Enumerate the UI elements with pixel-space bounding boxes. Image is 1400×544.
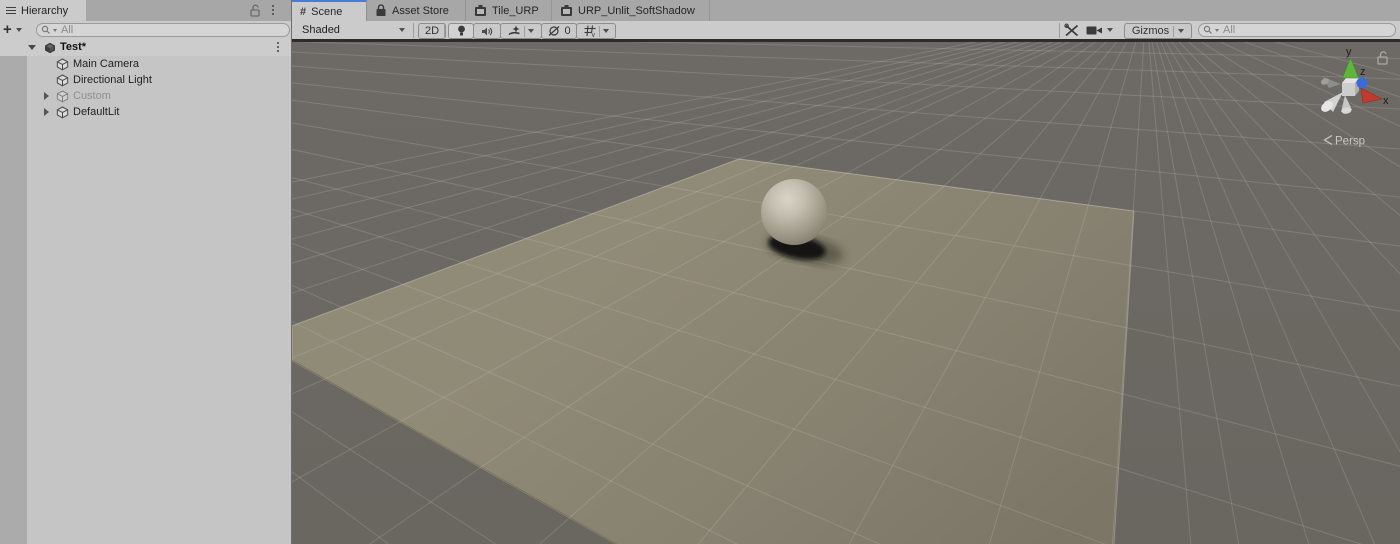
gameobject-cube-icon	[56, 74, 69, 87]
scene-row-menu-icon[interactable]	[277, 42, 279, 52]
hierarchy-search-input[interactable]: All	[36, 23, 290, 37]
gizmo-z-axis-ball[interactable]	[1356, 77, 1368, 89]
item-label: Custom	[73, 90, 111, 102]
hierarchy-item-custom[interactable]: Custom	[27, 88, 292, 104]
search-icon	[41, 25, 50, 34]
scene-visibility-button[interactable]: 0	[541, 23, 577, 39]
scene-search-placeholder: All	[1223, 24, 1236, 36]
gameobject-cube-icon	[56, 58, 69, 71]
draw-mode-dropdown[interactable]: Shaded	[295, 21, 412, 39]
search-icon	[1203, 25, 1212, 34]
item-label: Directional Light	[73, 74, 152, 86]
tools-icon	[1064, 23, 1079, 37]
expand-arrow-icon[interactable]	[44, 108, 49, 116]
collapse-arrow-icon[interactable]	[28, 45, 36, 50]
tab-label: Asset Store	[392, 4, 449, 17]
gizmos-button[interactable]: Gizmos	[1124, 23, 1192, 39]
effects-dropdown-icon[interactable]	[528, 29, 534, 33]
game-view-icon	[475, 5, 486, 16]
gizmo-z-label: z	[1360, 66, 1366, 78]
projection-label: Persp	[1335, 136, 1365, 148]
hierarchy-item-defaultlit[interactable]: DefaultLit	[27, 104, 292, 120]
button-separator	[1173, 25, 1175, 37]
button-separator	[598, 25, 600, 37]
effects-icon	[508, 25, 520, 36]
hierarchy-panel: Hierarchy + All Test* Main Camera Direct…	[0, 0, 292, 544]
scene-view-toolbar: Shaded 2D 0 y Gizmos All	[292, 21, 1400, 39]
button-separator	[524, 25, 525, 37]
unity-editor-window: Hierarchy + All Test* Main Camera Direct…	[0, 0, 1400, 544]
hierarchy-indent-strip	[0, 56, 27, 544]
scene-asset-row[interactable]: Test*	[0, 39, 292, 56]
sphere-object[interactable]	[761, 179, 827, 245]
search-filter-caret-icon	[1215, 28, 1219, 32]
scene-search-input[interactable]: All	[1198, 23, 1396, 37]
scene-camera-settings-button[interactable]	[1086, 23, 1120, 37]
2d-label: 2D	[424, 25, 440, 37]
game-view-icon	[561, 5, 572, 16]
hierarchy-tab-label: Hierarchy	[21, 4, 69, 17]
hierarchy-menu-icon[interactable]	[272, 5, 274, 15]
video-camera-icon	[1086, 26, 1102, 34]
tab-tile-urp[interactable]: Tile_URP	[466, 0, 552, 21]
tab-asset-store[interactable]: Asset Store	[367, 0, 466, 21]
tab-label: URP_Unlit_SoftShadow	[578, 4, 695, 17]
tab-label: Scene	[311, 5, 343, 18]
add-object-button[interactable]: +	[3, 21, 12, 39]
scene-name-label: Test*	[60, 41, 87, 53]
hierarchy-tab-bar: Hierarchy	[0, 0, 292, 22]
add-object-dropdown-icon[interactable]	[16, 28, 22, 32]
gameobject-cube-icon	[56, 106, 69, 119]
2d-toggle-button[interactable]: 2D	[418, 23, 446, 39]
grid-axis-icon: y	[584, 25, 595, 37]
scene-tab-bar: # Scene Asset Store Tile_URP URP_Unlit_S…	[292, 0, 1400, 22]
audio-toggle-button[interactable]	[473, 23, 501, 39]
component-tools-button[interactable]	[1064, 23, 1082, 37]
hierarchy-item-directional-light[interactable]: Directional Light	[27, 72, 292, 88]
eye-hidden-icon	[549, 26, 560, 36]
gizmo-y-label: y	[1346, 46, 1352, 58]
gizmo-x-label: x	[1383, 95, 1389, 107]
draw-mode-label: Shaded	[302, 24, 340, 36]
hierarchy-toolbar: + All	[0, 21, 292, 40]
tab-urp-unlit-softshadow[interactable]: URP_Unlit_SoftShadow	[552, 0, 710, 21]
gameobject-cube-icon	[56, 90, 69, 103]
lightbulb-icon	[457, 25, 465, 36]
hierarchy-item-main-camera[interactable]: Main Camera	[27, 56, 292, 72]
tab-label: Tile_URP	[492, 4, 539, 17]
unlock-icon[interactable]	[249, 4, 262, 18]
grid-visibility-button[interactable]: y	[576, 23, 616, 39]
scene-3d-viewport[interactable]: y z x Persp	[292, 42, 1400, 544]
chevron-down-icon	[399, 28, 405, 32]
svg-text:y: y	[591, 32, 595, 37]
effects-toggle-button[interactable]	[500, 23, 542, 39]
shopping-bag-icon	[376, 4, 386, 16]
gizmo-center-cube-face	[1342, 83, 1355, 96]
item-label: DefaultLit	[73, 106, 120, 118]
hierarchy-search-placeholder: All	[61, 24, 74, 36]
expand-arrow-icon[interactable]	[44, 92, 49, 100]
item-label: Main Camera	[73, 58, 140, 70]
gizmos-label: Gizmos	[1131, 25, 1170, 37]
tab-hierarchy[interactable]: Hierarchy	[0, 0, 86, 21]
unity-scene-icon	[45, 42, 55, 54]
speaker-icon	[482, 27, 493, 35]
hierarchy-list-icon	[6, 5, 16, 16]
gizmos-dropdown-icon[interactable]	[1178, 29, 1185, 33]
scene-grid-icon: #	[300, 5, 307, 18]
grid-dropdown-icon[interactable]	[602, 29, 609, 33]
lighting-toggle-button[interactable]	[448, 23, 474, 39]
camera-dropdown-icon	[1107, 28, 1113, 32]
tab-scene[interactable]: # Scene	[292, 0, 367, 21]
search-filter-caret-icon	[53, 28, 57, 32]
hidden-count-label: 0	[564, 25, 571, 37]
